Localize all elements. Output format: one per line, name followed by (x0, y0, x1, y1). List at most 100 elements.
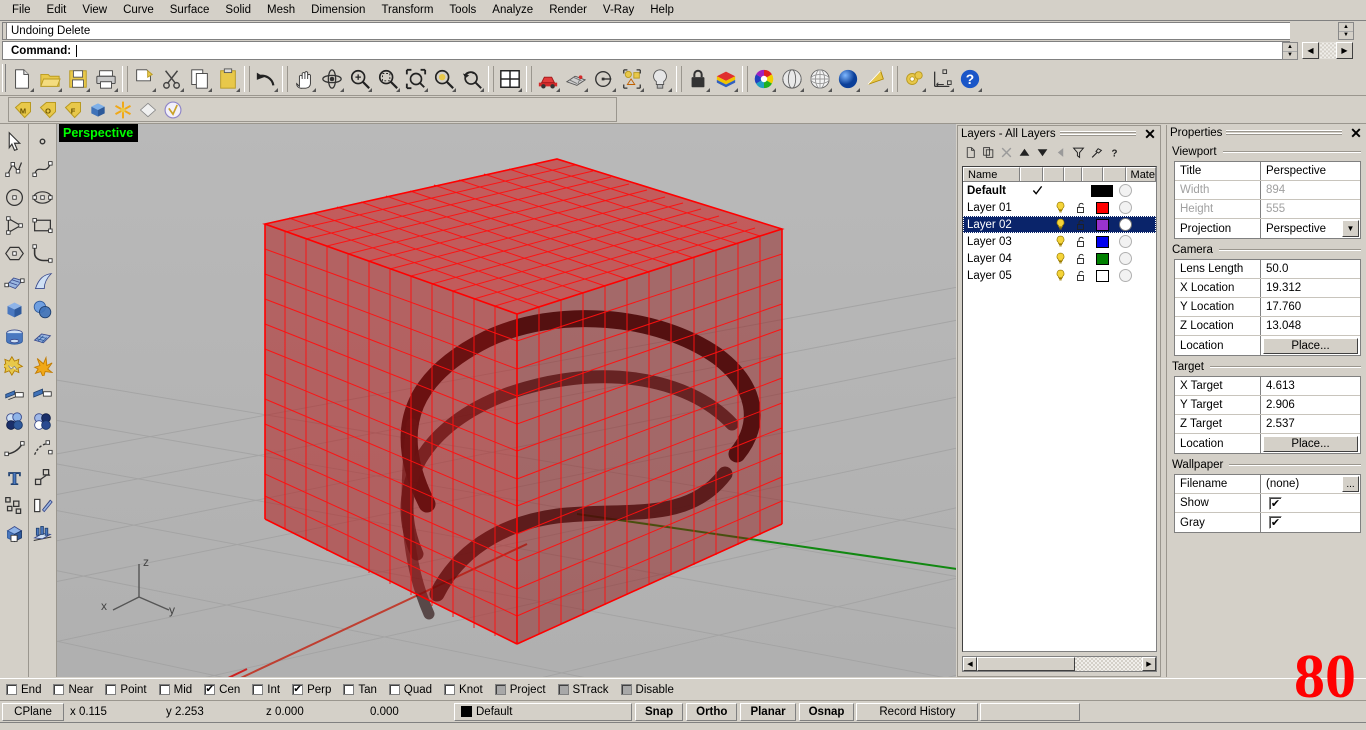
menu-item-render[interactable]: Render (541, 2, 595, 18)
windows-taskbar[interactable] (0, 722, 1366, 730)
close-icon[interactable]: ✕ (1348, 126, 1364, 140)
light-bulb-icon[interactable] (646, 63, 674, 94)
osnap-toggle-project[interactable]: Project (494, 684, 546, 696)
property-value[interactable]: Perspective (1261, 162, 1360, 180)
layer-lock-toggle[interactable] (1071, 202, 1091, 214)
viewport-layout-icon[interactable] (496, 63, 524, 94)
layer-lock-toggle[interactable] (1071, 270, 1091, 282)
close-icon[interactable]: ✕ (1142, 127, 1158, 141)
polygon-arc-icon[interactable] (1, 211, 27, 239)
ellipse-icon[interactable] (30, 183, 56, 211)
flyout-indicator[interactable] (584, 88, 588, 92)
osnap-toggle-knot[interactable]: Knot (444, 684, 483, 696)
menu-item-view[interactable]: View (74, 2, 115, 18)
cut-scissors-icon[interactable] (158, 63, 186, 94)
checkbox[interactable]: ✔ (204, 684, 216, 695)
flyout-indicator[interactable] (884, 88, 888, 92)
delete-layer-icon[interactable] (999, 144, 1014, 160)
flyout-indicator[interactable] (274, 88, 278, 92)
osnap-toggle-tan[interactable]: Tan (343, 684, 377, 696)
layers-horizontal-scrollbar[interactable]: ◀ ▶ (962, 656, 1157, 672)
osnap-toggle-mid[interactable]: Mid (158, 684, 192, 696)
flyout-indicator[interactable] (152, 88, 156, 92)
ghosted-sphere-icon[interactable] (806, 63, 834, 94)
layer-name[interactable]: Layer 03 (963, 236, 1025, 248)
new-layer-icon[interactable] (963, 144, 978, 160)
open-folder-icon[interactable] (36, 63, 64, 94)
menu-item-solid[interactable]: Solid (217, 2, 259, 18)
shade-icon[interactable] (712, 63, 740, 94)
flyout-indicator[interactable] (800, 88, 804, 92)
osnap-toggle-end[interactable]: End (6, 684, 41, 696)
menu-item-help[interactable]: Help (642, 2, 682, 18)
object-properties-icon[interactable] (618, 63, 646, 94)
zoom-previous-icon[interactable] (458, 63, 486, 94)
scroll-left-icon[interactable]: ◀ (963, 657, 977, 671)
layer-row[interactable]: Layer 04 (963, 250, 1156, 267)
scroll-down-icon[interactable]: ▼ (1339, 32, 1353, 40)
flyout-indicator[interactable] (180, 88, 184, 92)
menu-item-edit[interactable]: Edit (39, 2, 75, 18)
property-value[interactable]: 13.048 (1261, 317, 1360, 335)
undo-icon[interactable] (252, 63, 280, 94)
paste-icon[interactable] (214, 63, 242, 94)
flyout-indicator[interactable] (424, 88, 428, 92)
box-solid-icon[interactable] (1, 295, 27, 323)
checkbox[interactable] (620, 684, 632, 695)
command-scroll-right-button[interactable]: ▶ (1336, 42, 1353, 59)
options-gear-icon[interactable] (900, 63, 928, 94)
scroll-right-icon[interactable]: ▶ (1142, 657, 1156, 671)
property-value[interactable]: 50.0 (1261, 260, 1360, 278)
place-button[interactable]: Place... (1263, 337, 1358, 354)
explode-icon[interactable] (30, 351, 56, 379)
box-blue-icon[interactable] (85, 98, 110, 121)
layer-color-swatch[interactable] (1091, 269, 1113, 282)
flyout-indicator[interactable] (828, 88, 832, 92)
arc-dim-icon[interactable] (30, 435, 56, 463)
menu-item-transform[interactable]: Transform (373, 2, 441, 18)
property-checkbox[interactable]: ✔ (1269, 516, 1282, 529)
property-value[interactable]: 2.906 (1261, 396, 1360, 414)
flyout-indicator[interactable] (518, 88, 522, 92)
layer-material-indicator[interactable] (1113, 235, 1137, 248)
layer-material-indicator[interactable] (1113, 269, 1137, 282)
status-button-ortho[interactable]: Ortho (686, 702, 738, 721)
flyout-indicator[interactable] (480, 88, 484, 92)
checkbox[interactable] (158, 684, 170, 695)
layer-color-swatch[interactable] (1091, 184, 1113, 197)
checkbox[interactable] (444, 684, 456, 695)
layer-visibility-toggle[interactable] (1049, 269, 1071, 282)
checkbox[interactable] (494, 684, 506, 695)
layer-visibility-toggle[interactable] (1049, 235, 1071, 248)
boolean-union-icon[interactable] (1, 351, 27, 379)
layers-list[interactable]: Name Mate Default Layer 01 Layer 02 Layer 0… (962, 166, 1157, 652)
record-history-button[interactable]: Record History (856, 702, 979, 721)
status-button-planar[interactable]: Planar (740, 702, 796, 721)
menu-item-analyze[interactable]: Analyze (484, 2, 541, 18)
layer-lock-toggle[interactable] (1071, 253, 1091, 265)
check-circle-icon[interactable] (160, 98, 185, 121)
help-question-icon[interactable]: ? (1107, 144, 1122, 160)
surface-patch-icon[interactable] (1, 267, 27, 295)
osnap-toggle-near[interactable]: Near (53, 684, 93, 696)
layers-col-name[interactable]: Name (963, 167, 1021, 181)
cylinder-solid-icon[interactable] (1, 323, 27, 351)
point-icon[interactable] (30, 127, 56, 155)
help-icon[interactable]: ? (956, 63, 984, 94)
properties-panel-titlebar[interactable]: Properties ✕ (1167, 125, 1366, 141)
flyout-indicator[interactable] (368, 88, 372, 92)
flyout-indicator[interactable] (340, 88, 344, 92)
command-line-spinner[interactable]: ▲ ▼ (1282, 42, 1298, 60)
layers-panel-titlebar[interactable]: Layers - All Layers ✕ (958, 126, 1160, 142)
menu-item-mesh[interactable]: Mesh (259, 2, 303, 18)
menu-item-v-ray[interactable]: V-Ray (595, 2, 642, 18)
move-scale-icon[interactable] (30, 463, 56, 491)
spin-up-icon[interactable]: ▲ (1283, 43, 1297, 52)
duplicate-layer-icon[interactable] (981, 144, 996, 160)
osnap-toggle-perp[interactable]: ✔ Perp (292, 684, 331, 696)
checkbox[interactable] (6, 684, 17, 695)
file-tag-icon[interactable]: F (60, 98, 85, 121)
cplane-indicator[interactable]: CPlane (2, 702, 64, 721)
surface-loft-icon[interactable] (30, 267, 56, 295)
layers-col-current[interactable] (1020, 167, 1043, 181)
